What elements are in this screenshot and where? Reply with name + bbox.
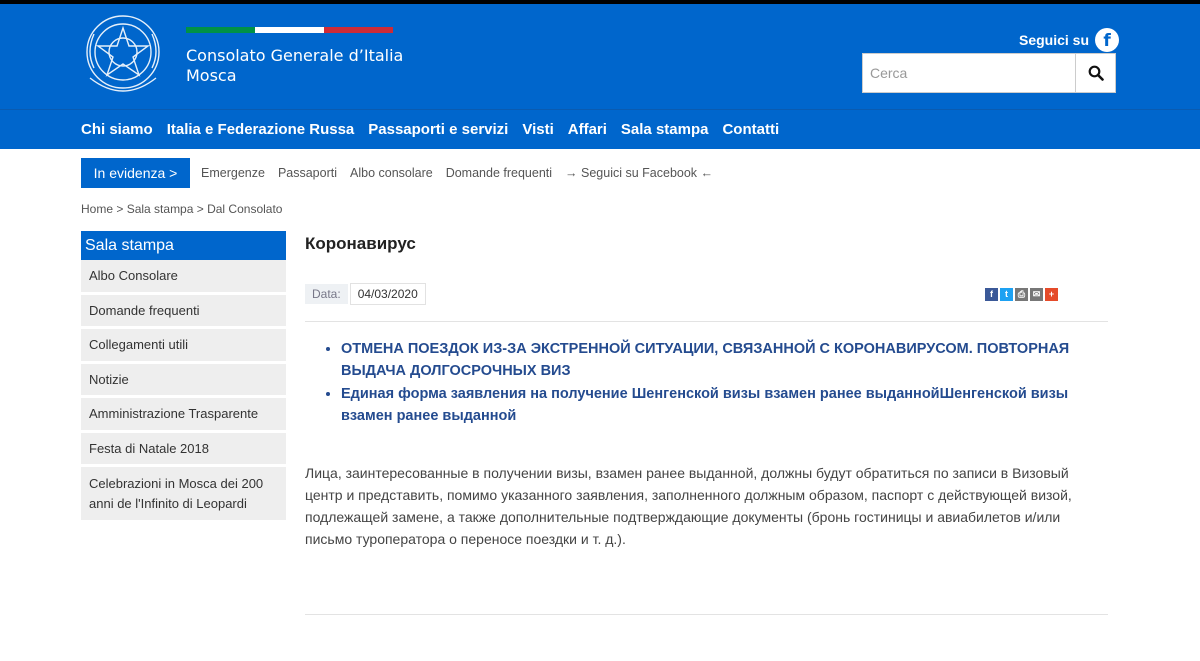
- article-link-schengen-form[interactable]: Единая форма заявления на получение Шенг…: [341, 383, 1081, 427]
- breadcrumb-dal-consolato[interactable]: Dal Consolato: [207, 202, 282, 216]
- sidebar-item-albo-consolare[interactable]: Albo Consolare: [81, 260, 286, 295]
- print-icon[interactable]: ⎙: [1015, 288, 1028, 301]
- main-nav: Chi siamo Italia e Federazione Russa Pas…: [0, 109, 1200, 149]
- sidebar-item-domande-frequenti[interactable]: Domande frequenti: [81, 294, 286, 329]
- search-box: [862, 53, 1116, 93]
- nav-item-italia-federazione-russa[interactable]: Italia e Federazione Russa: [167, 121, 355, 138]
- divider: [305, 321, 1108, 322]
- highlight-link-emergenze[interactable]: Emergenze: [201, 166, 265, 180]
- date-label: Data:: [305, 284, 348, 304]
- breadcrumb-separator: >: [193, 202, 208, 216]
- email-icon[interactable]: ✉: [1030, 288, 1043, 301]
- sidebar: Sala stampa Albo Consolare Domande frequ…: [81, 231, 286, 523]
- flag-green-stripe: [186, 27, 255, 33]
- highlight-bar: In evidenza > Emergenze Passaporti Albo …: [81, 158, 713, 188]
- site-name-line1: Consolato Generale d’Italia: [186, 46, 404, 65]
- divider: [305, 614, 1108, 615]
- share-icons: f t ⎙ ✉ +: [985, 288, 1058, 301]
- article-links: ОТМЕНА ПОЕЗДОК ИЗ-ЗА ЭКСТРЕННОЙ СИТУАЦИИ…: [341, 338, 1081, 428]
- sidebar-item-celebrazioni-leopardi[interactable]: Celebrazioni in Mosca dei 200 anni de l'…: [81, 467, 286, 523]
- nav-item-chi-siamo[interactable]: Chi siamo: [81, 121, 153, 138]
- highlight-links: Emergenze Passaporti Albo consolare Doma…: [201, 166, 713, 180]
- site-header: Consolato Generale d’Italia Mosca Seguic…: [0, 4, 1200, 109]
- facebook-icon[interactable]: f: [985, 288, 998, 301]
- breadcrumb-separator: >: [113, 202, 127, 216]
- breadcrumb-home[interactable]: Home: [81, 202, 113, 216]
- sidebar-item-notizie[interactable]: Notizie: [81, 363, 286, 398]
- sidebar-title[interactable]: Sala stampa: [81, 231, 286, 260]
- date-value: 04/03/2020: [349, 283, 426, 305]
- highlight-link-domande-frequenti[interactable]: Domande frequenti: [446, 166, 552, 180]
- italian-flag-bar: [186, 27, 393, 33]
- in-evidenza-button[interactable]: In evidenza >: [81, 158, 190, 188]
- page-title: Коронавирус: [305, 234, 416, 253]
- nav-item-sala-stampa[interactable]: Sala stampa: [621, 121, 709, 138]
- article-body: Лица, заинтересованные в получении визы,…: [305, 465, 1072, 547]
- flag-white-stripe: [255, 27, 324, 33]
- search-button[interactable]: [1075, 54, 1115, 92]
- sidebar-item-amministrazione-trasparente[interactable]: Amministrazione Trasparente: [81, 398, 286, 433]
- site-name[interactable]: Consolato Generale d’Italia Mosca: [186, 46, 403, 86]
- follow-label: Seguici su: [1019, 32, 1090, 48]
- breadcrumb: Home > Sala stampa > Dal Consolato: [81, 202, 282, 216]
- article-date: Data: 04/03/2020: [305, 283, 426, 305]
- follow-us: Seguici su f: [1019, 28, 1120, 52]
- facebook-icon[interactable]: f: [1095, 28, 1120, 52]
- nav-item-visti[interactable]: Visti: [522, 121, 553, 138]
- twitter-icon[interactable]: t: [1000, 288, 1013, 301]
- more-icon[interactable]: +: [1045, 288, 1058, 301]
- article-link-cancellation[interactable]: ОТМЕНА ПОЕЗДОК ИЗ-ЗА ЭКСТРЕННОЙ СИТУАЦИИ…: [341, 338, 1081, 382]
- nav-item-contatti[interactable]: Contatti: [722, 121, 779, 138]
- nav-item-passaporti-servizi[interactable]: Passaporti e servizi: [368, 121, 508, 138]
- breadcrumb-sala-stampa[interactable]: Sala stampa: [127, 202, 194, 216]
- highlight-link-passaporti[interactable]: Passaporti: [278, 166, 337, 180]
- nav-item-affari[interactable]: Affari: [568, 121, 607, 138]
- sidebar-item-collegamenti-utili[interactable]: Collegamenti utili: [81, 329, 286, 364]
- sidebar-item-festa-di-natale[interactable]: Festa di Natale 2018: [81, 432, 286, 467]
- highlight-link-facebook[interactable]: → Seguici su Facebook ←: [565, 166, 713, 180]
- search-icon: [1088, 65, 1104, 81]
- flag-red-stripe: [324, 27, 393, 33]
- search-input[interactable]: [863, 54, 1075, 92]
- site-name-line2: Mosca: [186, 66, 237, 85]
- emblem-icon[interactable]: [82, 8, 164, 104]
- highlight-link-albo-consolare[interactable]: Albo consolare: [350, 166, 433, 180]
- main-content: Коронавирус Data: 04/03/2020 f t ⎙ ✉ + О…: [305, 231, 1108, 615]
